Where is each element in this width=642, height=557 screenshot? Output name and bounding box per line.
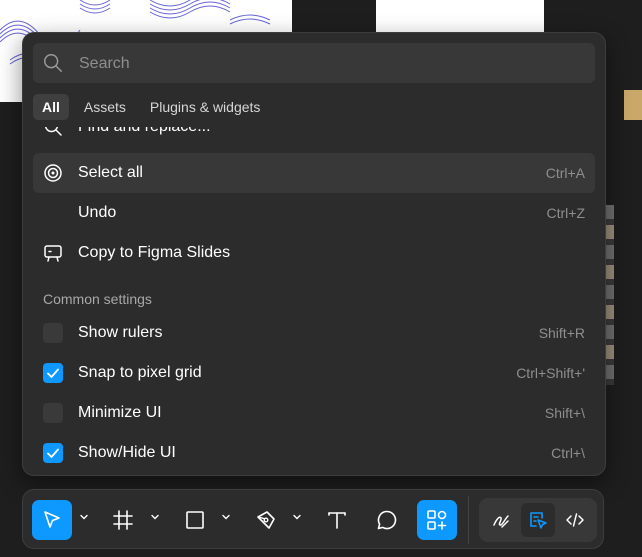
shortcut-label: Shift+\ [544,405,585,421]
checkbox-checked[interactable] [43,363,63,383]
search-icon [44,127,62,136]
text-tool-button[interactable] [317,500,357,540]
setting-label: Minimize UI [78,404,162,421]
setting-show-rulers[interactable]: Show rulers Shift+R [33,313,595,353]
command-label: Find and replace... [78,127,211,136]
dev-mode-icon [566,513,584,527]
checkbox-checked[interactable] [43,443,63,463]
pen-icon [257,511,275,529]
design-mode-button[interactable] [521,503,555,537]
checkbox-unchecked[interactable] [43,323,63,343]
checkmark-icon [47,448,59,458]
setting-label: Snap to pixel grid [78,364,202,381]
checkmark-icon [47,368,59,378]
setting-minimize-ui[interactable]: Minimize UI Shift+\ [33,393,595,433]
search-box[interactable] [33,43,595,85]
shortcut-label: Ctrl+Z [546,205,586,221]
frame-icon [113,510,133,530]
section-title-common-settings: Common settings [43,291,152,307]
setting-show-hide-ui[interactable]: Show/Hide UI Ctrl+\ [33,433,595,473]
checkbox-unchecked[interactable] [43,403,63,423]
comment-tool-button[interactable] [367,500,407,540]
tab-all[interactable]: All [33,94,69,120]
text-icon [328,512,346,529]
comment-icon [377,510,397,530]
chevron-down-icon[interactable] [292,512,302,522]
command-label: Select all [78,164,143,181]
quick-actions-palette: All Assets Plugins & widgets Find and re… [22,32,606,476]
command-label: Copy to Figma Slides [78,244,231,261]
shortcut-label: Ctrl+A [545,165,585,181]
command-undo[interactable]: Undo Ctrl+Z [33,193,595,233]
bottom-toolbar [22,489,604,549]
rectangle-icon [186,511,204,529]
canvas-frame[interactable] [376,0,544,32]
shortcut-label: Shift+R [538,325,585,341]
move-icon [44,511,60,528]
actions-icon [427,510,447,530]
command-label: Undo [78,204,117,221]
design-mode-icon [530,512,547,529]
search-icon [44,54,62,72]
actions-button[interactable] [417,500,457,540]
tab-assets[interactable]: Assets [75,94,135,120]
toolbar-divider [468,496,469,544]
tab-plugins-widgets[interactable]: Plugins & widgets [141,94,270,120]
chevron-down-icon[interactable] [221,512,231,522]
setting-snap-pixel-grid[interactable]: Snap to pixel grid Ctrl+Shift+' [33,353,595,393]
chevron-down-icon[interactable] [79,512,89,522]
search-input[interactable] [77,43,581,85]
draw-mode-icon [493,515,509,528]
results-list: Find and replace... Select all Ctrl+A Un… [33,127,595,475]
chevron-down-icon[interactable] [150,512,160,522]
frame-tool-button[interactable] [103,500,143,540]
canvas-thumbnail[interactable] [624,90,642,120]
target-icon [44,164,62,182]
rectangle-tool-button[interactable] [175,500,215,540]
command-select-all[interactable]: Select all Ctrl+A [33,153,595,193]
shortcut-label: Ctrl+\ [551,445,585,461]
palette-tabs: All Assets Plugins & widgets [33,94,269,120]
move-tool-button[interactable] [32,500,72,540]
command-copy-to-slides[interactable]: Copy to Figma Slides [33,233,595,273]
command-find-replace[interactable]: Find and replace... [33,127,595,147]
pen-tool-button[interactable] [246,500,286,540]
setting-label: Show/Hide UI [78,444,176,461]
slides-icon [44,245,62,262]
setting-label: Show rulers [78,324,163,341]
shortcut-label: Ctrl+Shift+' [516,365,585,381]
dev-mode-button[interactable] [558,503,592,537]
draw-mode-button[interactable] [484,503,518,537]
mode-switcher [479,498,597,542]
